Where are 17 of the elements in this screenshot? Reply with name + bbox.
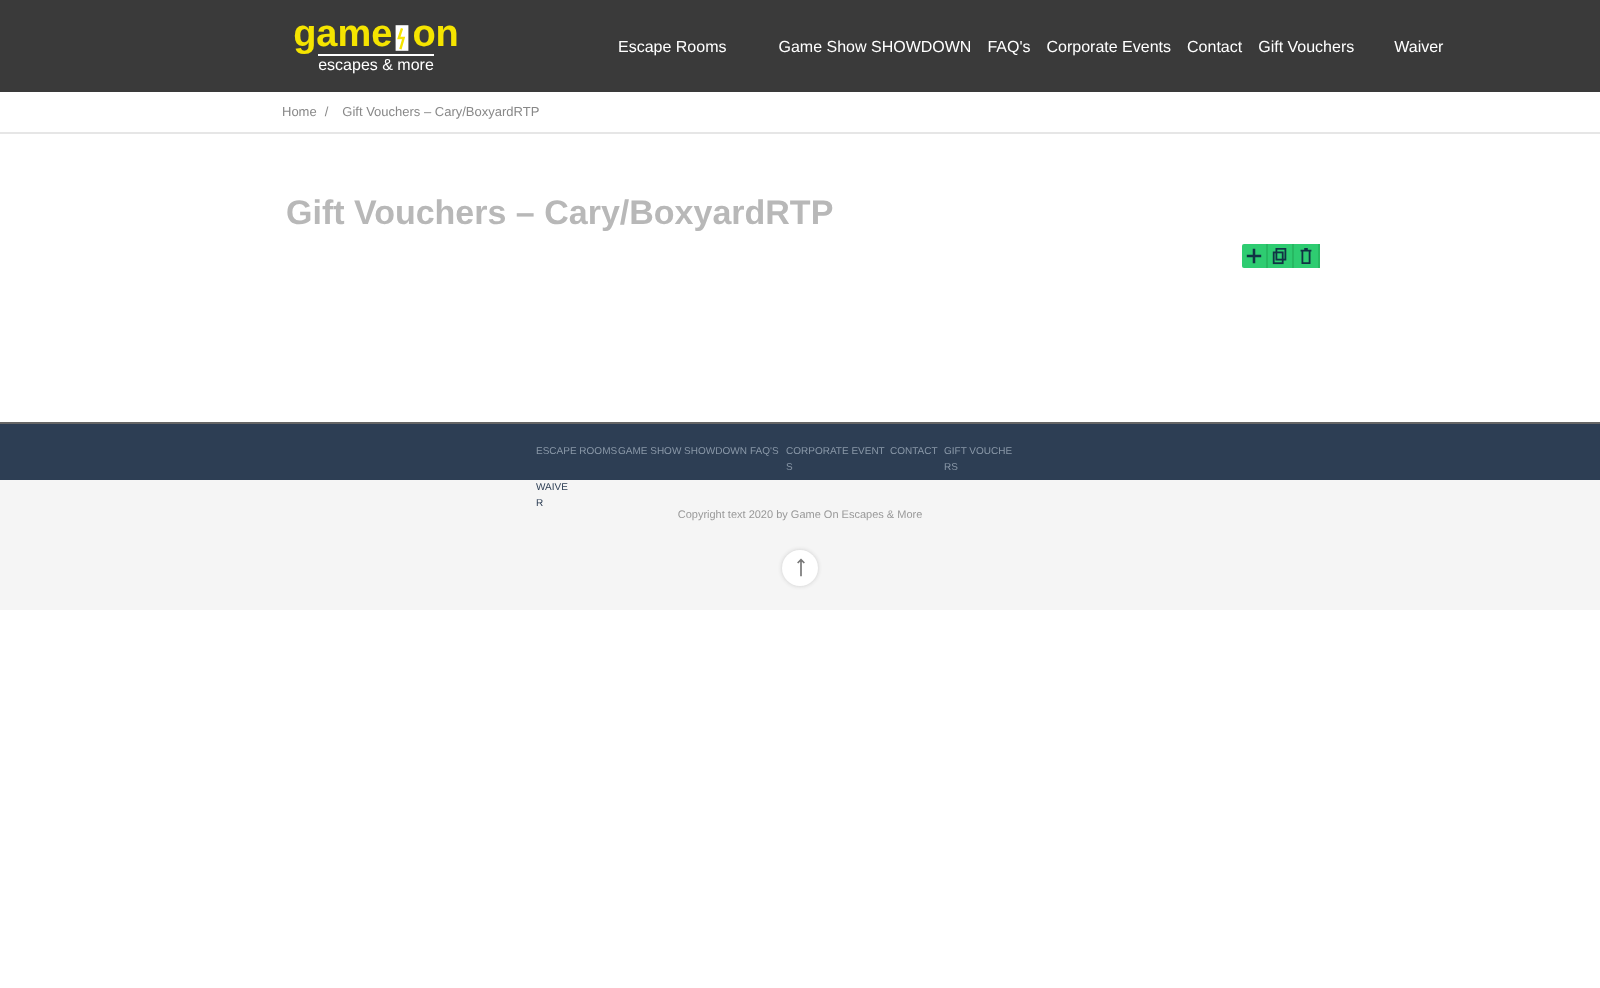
nav-link[interactable]: Escape Rooms (618, 37, 727, 55)
nav-link[interactable]: FAQ's (987, 37, 1031, 55)
nav-link[interactable]: Waiver (1394, 37, 1444, 55)
nav-link[interactable]: Contact (1187, 37, 1243, 55)
door-icon (394, 22, 411, 54)
nav-link[interactable]: Corporate Events (1046, 37, 1172, 55)
nav-link[interactable]: Gift Vouchers (1258, 37, 1355, 55)
logo-word: on (412, 18, 459, 54)
arrow-up-icon (795, 558, 805, 578)
scroll-to-top-button[interactable] (782, 550, 818, 586)
move-icon[interactable] (1242, 244, 1268, 268)
copy-icon[interactable] (1268, 244, 1294, 268)
logo-tagline: escapes & more (318, 54, 434, 74)
logo[interactable]: game on escapes & more (290, 18, 462, 74)
logo-word: game (293, 18, 393, 54)
page-title: Gift Vouchers – Cary/BoxyardRTP (284, 192, 836, 234)
nav-link[interactable]: Game Show SHOWDOWN (778, 37, 972, 55)
